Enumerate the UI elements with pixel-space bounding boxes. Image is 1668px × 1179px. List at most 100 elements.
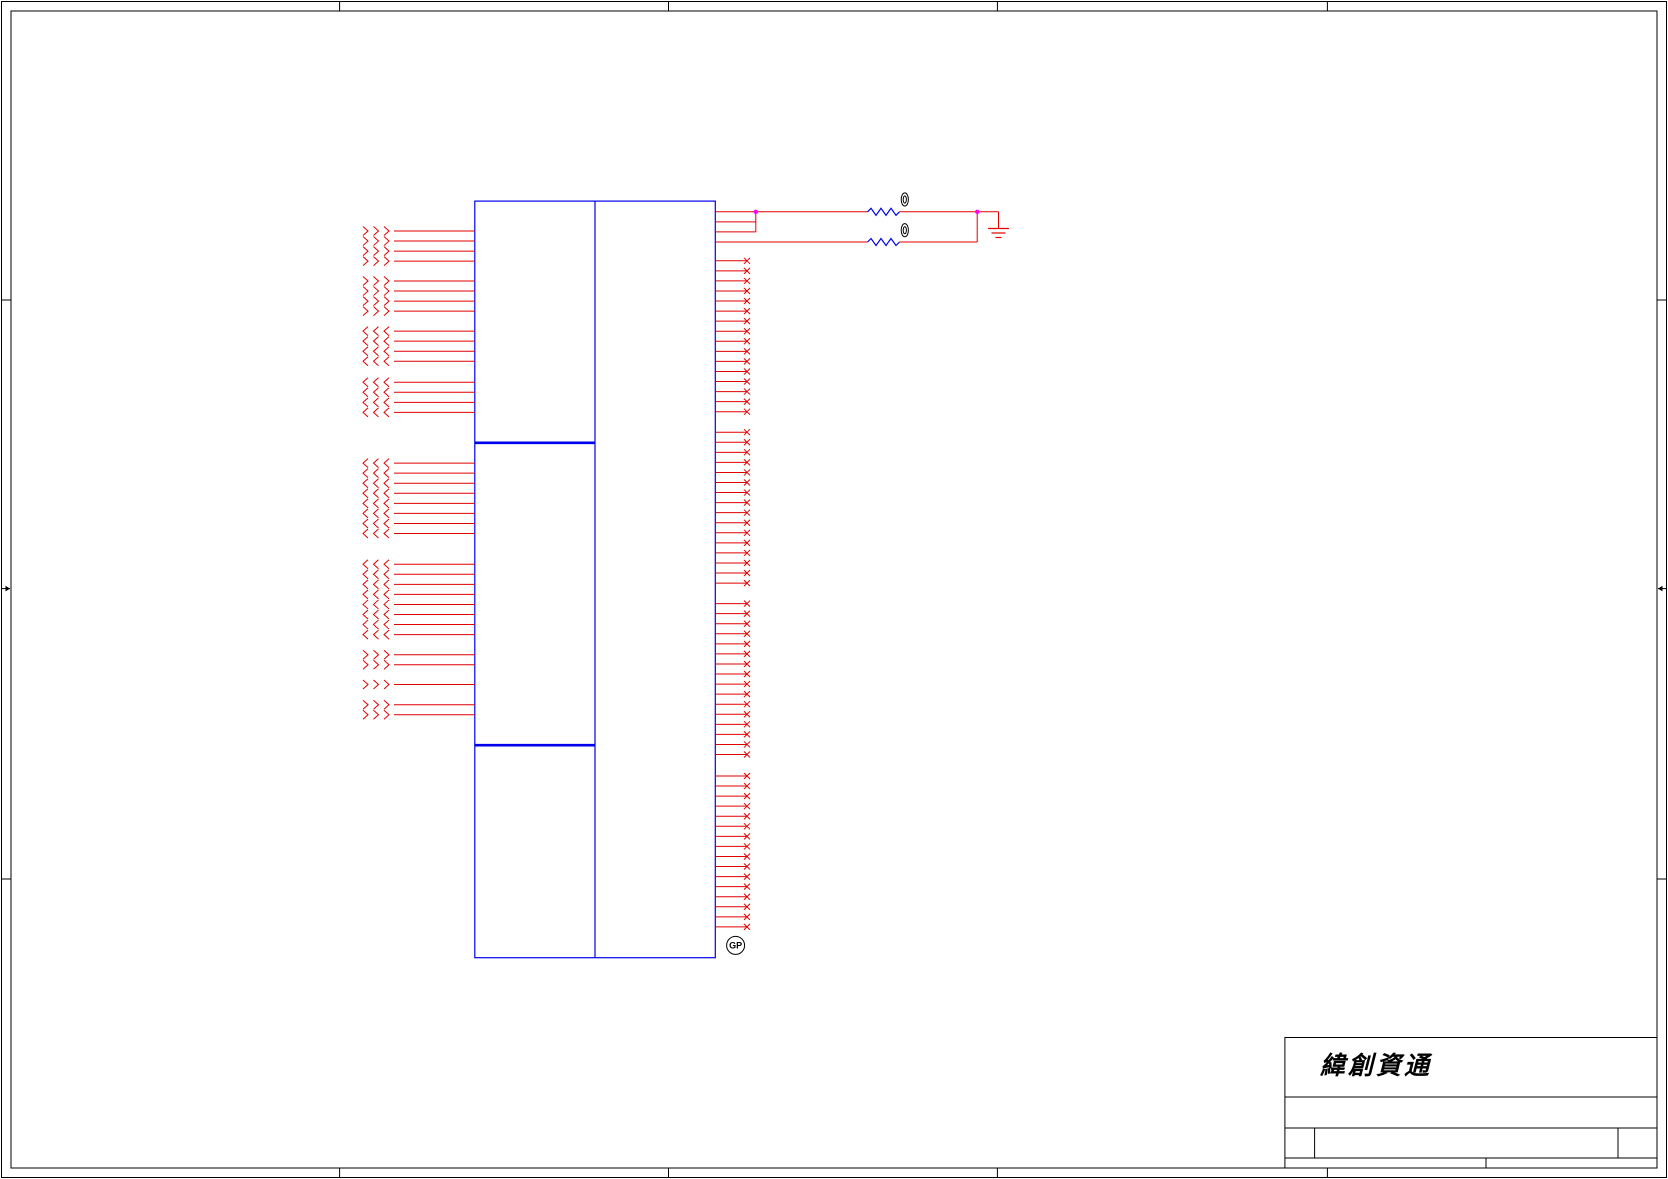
offpage-connector-icon	[383, 346, 390, 357]
offpage-connector-icon	[383, 468, 390, 479]
right-pin	[715, 812, 751, 820]
right-pin	[715, 893, 751, 901]
offpage-connector-icon	[362, 709, 369, 720]
offpage-connector-icon	[383, 629, 390, 640]
schematic-sheet: GP 緯創資通	[1, 1, 1667, 1178]
offpage-connector-icon	[372, 629, 379, 640]
offpage-connector-icon	[383, 569, 390, 580]
offpage-connector-icon	[372, 458, 379, 468]
left-pin	[362, 336, 475, 347]
right-pin	[715, 913, 751, 921]
junction-dot-icon	[975, 209, 980, 214]
offpage-connector-icon	[373, 679, 380, 690]
left-pin	[362, 488, 475, 499]
offpage-connector-icon	[362, 346, 369, 357]
junction-dot-icon	[753, 209, 758, 214]
offpage-connector-icon	[362, 407, 369, 418]
left-pin	[362, 377, 475, 388]
center-arrow-right-icon	[1658, 585, 1667, 592]
right-pin	[715, 368, 751, 375]
right-pin	[715, 257, 751, 265]
right-pin	[715, 398, 751, 405]
offpage-connector-icon	[362, 488, 369, 499]
resistor-icon	[867, 207, 900, 217]
offpage-connector-icon	[372, 387, 379, 398]
offpage-connector-icon	[373, 659, 380, 670]
offpage-connector-icon	[383, 488, 390, 499]
right-pin	[715, 680, 751, 688]
offpage-connector-icon	[383, 306, 390, 317]
right-pin	[715, 600, 751, 607]
offpage-connector-icon	[383, 528, 390, 539]
offpage-connector-icon	[372, 377, 379, 388]
left-pin	[362, 326, 475, 336]
offpage-connector-icon	[362, 508, 369, 519]
outer-border	[1, 1, 1667, 1178]
offpage-connector-icon	[383, 356, 390, 367]
right-pin	[715, 670, 751, 678]
right-pin	[715, 337, 751, 345]
offpage-connector-icon	[372, 336, 379, 347]
right-pin	[715, 741, 751, 748]
unpopulated-marker-icon	[900, 223, 909, 238]
offpage-connector-icon	[362, 649, 369, 660]
left-pin	[362, 296, 475, 306]
right-pin	[715, 802, 751, 810]
offpage-connector-icon	[383, 458, 390, 468]
offpage-connector-icon	[362, 528, 369, 539]
offpage-connector-icon	[373, 226, 380, 236]
left-pin	[362, 407, 475, 418]
offpage-connector-icon	[362, 296, 369, 306]
offpage-connector-icon	[383, 236, 390, 246]
offpage-connector-icon	[383, 397, 390, 408]
right-pin	[715, 509, 751, 517]
offpage-connector-icon	[383, 679, 390, 690]
offpage-connector-icon	[372, 488, 379, 499]
offpage-connector-icon	[372, 498, 379, 509]
offpage-connector-icon	[383, 659, 390, 670]
offpage-connector-icon	[372, 326, 379, 336]
company-name: 緯創資通	[1319, 1051, 1433, 1080]
offpage-connector-icon	[362, 609, 369, 620]
offpage-connector-icon	[372, 599, 379, 610]
left-pin	[362, 236, 475, 246]
right-pin	[715, 358, 751, 365]
offpage-connector-icon	[362, 569, 369, 580]
offpage-connector-icon	[362, 679, 369, 690]
right-pin	[715, 287, 751, 295]
offpage-connector-icon	[373, 286, 380, 296]
offpage-connector-icon	[372, 346, 379, 357]
left-pin	[362, 629, 475, 640]
right-pin	[715, 267, 751, 275]
right-pin	[715, 297, 751, 305]
offpage-connector-icon	[373, 276, 380, 286]
offpage-connector-icon	[372, 609, 379, 620]
offpage-connector-icon	[372, 508, 379, 519]
offpage-connector-icon	[362, 397, 369, 408]
offpage-connector-icon	[372, 559, 379, 570]
left-pin	[362, 256, 475, 267]
offpage-connector-icon	[362, 246, 369, 256]
right-pin	[715, 438, 751, 446]
right-pin	[715, 428, 751, 436]
offpage-connector-icon	[362, 699, 369, 710]
offpage-connector-icon	[373, 246, 380, 256]
right-pin	[715, 883, 751, 891]
gp-badge: GP	[726, 935, 746, 955]
offpage-connector-icon	[362, 256, 369, 267]
left-pin	[362, 569, 475, 580]
right-pin	[715, 690, 751, 698]
offpage-connector-icon	[372, 528, 379, 539]
offpage-connector-icon	[362, 468, 369, 479]
left-pin	[362, 559, 475, 570]
offpage-connector-icon	[372, 569, 379, 580]
gp-badge-label: GP	[729, 941, 742, 951]
offpage-connector-icon	[362, 659, 369, 670]
left-pin	[362, 286, 475, 296]
left-pin	[362, 397, 475, 408]
offpage-connector-icon	[362, 619, 369, 630]
offpage-connector-icon	[362, 458, 369, 468]
right-pin	[715, 751, 751, 758]
offpage-connector-icon	[362, 589, 369, 600]
offpage-connector-icon	[373, 709, 380, 720]
